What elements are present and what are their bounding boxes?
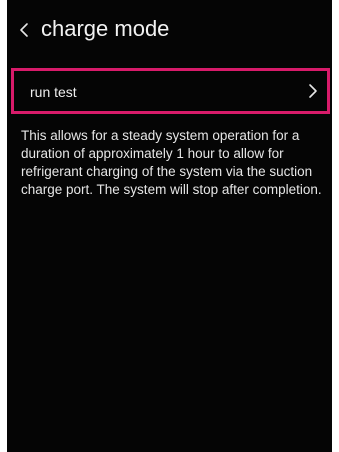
page-title: charge mode	[41, 16, 170, 41]
charge-mode-screen: charge mode run test This allows for a s…	[7, 0, 332, 452]
menu-item-run-test[interactable]: run test	[11, 68, 330, 114]
chevron-right-icon	[307, 81, 319, 101]
header-bar: charge mode	[7, 0, 332, 60]
menu-item-label: run test	[30, 84, 77, 100]
chevron-left-icon	[15, 16, 33, 44]
back-button[interactable]	[15, 16, 33, 44]
description-text: This allows for a steady system operatio…	[21, 128, 322, 197]
